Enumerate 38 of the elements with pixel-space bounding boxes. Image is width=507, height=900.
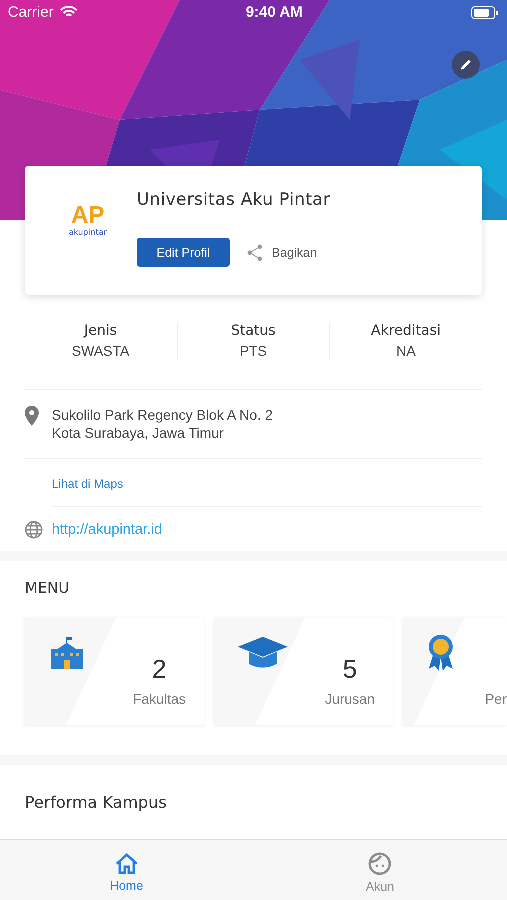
ribbon-award-icon bbox=[427, 635, 455, 671]
pencil-icon bbox=[459, 58, 473, 72]
menu-label: Jurusan bbox=[325, 691, 375, 707]
info-label: Akreditasi bbox=[371, 323, 442, 339]
website-link[interactable]: http://akupintar.id bbox=[52, 522, 162, 538]
info-label: Jenis bbox=[84, 323, 118, 339]
share-icon bbox=[246, 244, 264, 262]
info-value: NA bbox=[396, 343, 416, 359]
menu-count: 2 bbox=[152, 654, 167, 685]
menu-card[interactable]: 2 Fakultas bbox=[25, 617, 204, 725]
tab[interactable]: Home bbox=[0, 840, 254, 900]
share-button[interactable]: Bagikan bbox=[240, 242, 324, 262]
info-value: SWASTA bbox=[72, 343, 130, 359]
menu-card[interactable]: 5 Jurusan bbox=[214, 617, 393, 725]
globe-icon bbox=[25, 521, 43, 539]
info-value: PTS bbox=[240, 343, 268, 359]
home-icon bbox=[114, 852, 139, 874]
section-title: MENU bbox=[25, 579, 71, 597]
menu-label: Fakultas bbox=[133, 691, 186, 707]
logo: AP akupintar bbox=[68, 204, 108, 237]
school-building-icon bbox=[49, 635, 85, 671]
location-pin-icon bbox=[25, 406, 39, 426]
address-text: Sukolilo Park Regency Blok A No. 2 Kota Surabaya, Jawa Timur bbox=[52, 406, 274, 442]
menu-label: Per bbox=[485, 691, 507, 707]
face-icon bbox=[368, 852, 392, 876]
university-name: Universitas Aku Pintar bbox=[137, 190, 331, 210]
status-time: 9:40 AM bbox=[246, 4, 303, 21]
tab[interactable]: Akun bbox=[254, 840, 507, 900]
maps-link[interactable]: Lihat di Maps bbox=[52, 477, 124, 491]
wifi-icon bbox=[60, 6, 78, 19]
menu-card[interactable]: Per bbox=[403, 617, 507, 725]
battery-icon bbox=[471, 6, 499, 20]
carrier-label: Carrier bbox=[8, 4, 54, 21]
menu-count: 5 bbox=[342, 654, 358, 685]
graduation-cap-icon bbox=[238, 635, 288, 669]
edit-profile-button[interactable]: Edit Profil bbox=[137, 238, 230, 267]
section-title: Performa Kampus bbox=[25, 793, 167, 812]
info-label: Status bbox=[231, 323, 276, 339]
